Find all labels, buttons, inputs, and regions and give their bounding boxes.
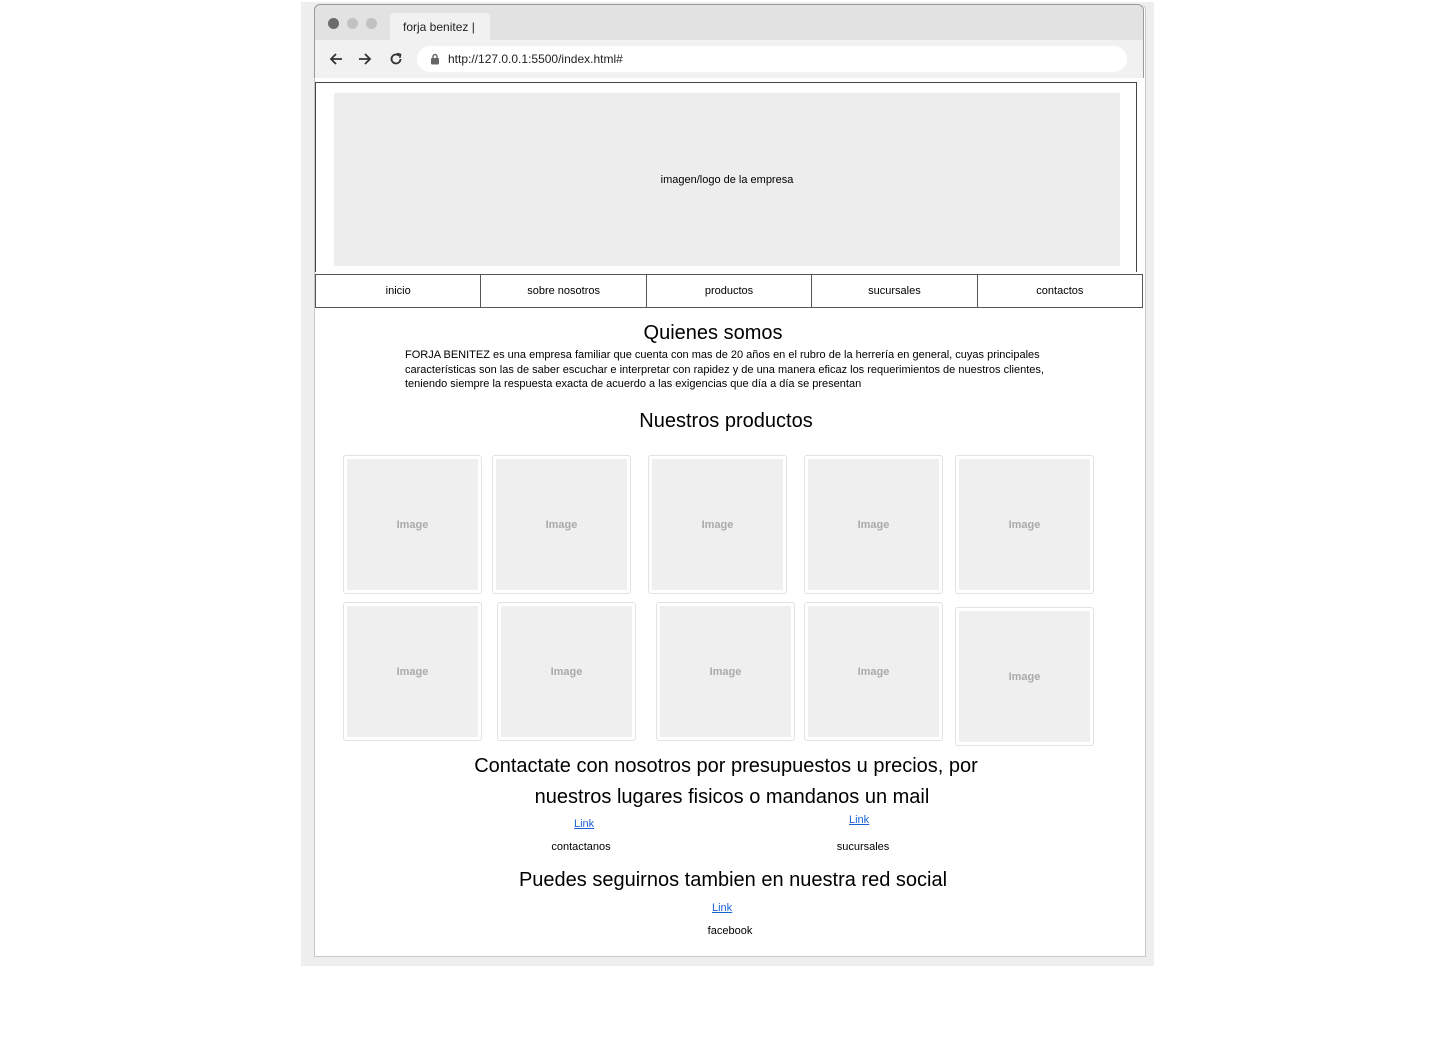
- contactanos-link[interactable]: Link: [574, 818, 594, 830]
- reload-button[interactable]: [385, 48, 407, 70]
- social-title: Puedes seguirnos tambien en nuestra red …: [518, 869, 948, 891]
- product-card[interactable]: Image: [497, 602, 636, 741]
- product-card[interactable]: Image: [343, 455, 482, 594]
- product-image-placeholder: Image: [808, 459, 939, 590]
- lock-icon: [431, 53, 439, 65]
- product-card[interactable]: Image: [648, 455, 787, 594]
- nav-item-productos[interactable]: productos: [645, 274, 813, 308]
- arrow-left-icon: [329, 53, 342, 65]
- contact-title-line1: Contactate con nosotros por presupuestos…: [474, 755, 978, 777]
- window-close-dot[interactable]: [328, 18, 339, 29]
- contactanos-caption: contactanos: [551, 841, 611, 853]
- product-image-placeholder: Image: [652, 459, 783, 590]
- product-card[interactable]: Image: [955, 607, 1094, 746]
- products-title: Nuestros productos: [639, 410, 813, 432]
- product-image-placeholder: Image: [959, 459, 1090, 590]
- browser-tab[interactable]: forja benitez |: [390, 13, 490, 41]
- product-image-placeholder: Image: [496, 459, 627, 590]
- product-card[interactable]: Image: [804, 455, 943, 594]
- product-image-placeholder: Image: [347, 459, 478, 590]
- tab-title: forja benitez |: [403, 20, 475, 34]
- browser-toolbar: http://127.0.0.1:5500/index.html#: [314, 40, 1144, 78]
- sucursales-caption: sucursales: [836, 841, 890, 853]
- product-image-placeholder: Image: [501, 606, 632, 737]
- sucursales-link[interactable]: Link: [849, 814, 869, 826]
- forward-button[interactable]: [354, 48, 376, 70]
- reload-icon: [390, 52, 402, 65]
- about-text: FORJA BENITEZ es una empresa familiar qu…: [405, 349, 1044, 390]
- nav-item-inicio[interactable]: inicio: [315, 274, 482, 308]
- facebook-link[interactable]: Link: [712, 902, 732, 914]
- url-text: http://127.0.0.1:5500/index.html#: [448, 52, 623, 66]
- product-image-placeholder: Image: [808, 606, 939, 737]
- product-image-placeholder: Image: [959, 611, 1090, 742]
- product-image-placeholder: Image: [347, 606, 478, 737]
- product-card[interactable]: Image: [492, 455, 631, 594]
- logo-placeholder-text: imagen/logo de la empresa: [660, 173, 794, 186]
- arrow-right-icon: [359, 53, 372, 65]
- address-bar[interactable]: http://127.0.0.1:5500/index.html#: [417, 46, 1127, 72]
- nav-item-sobre-nosotros[interactable]: sobre nosotros: [480, 274, 647, 308]
- product-card[interactable]: Image: [656, 602, 795, 741]
- nav-item-contactos[interactable]: contactos: [976, 274, 1144, 308]
- company-logo: imagen/logo de la empresa: [334, 93, 1120, 266]
- window-maximize-dot[interactable]: [366, 18, 377, 29]
- contact-title-line2: nuestros lugares fisicos o mandanos un m…: [534, 786, 930, 808]
- product-card[interactable]: Image: [804, 602, 943, 741]
- about-title: Quienes somos: [643, 322, 783, 344]
- product-card[interactable]: Image: [343, 602, 482, 741]
- product-image-placeholder: Image: [660, 606, 791, 737]
- main-nav: inicio sobre nosotros productos sucursal…: [315, 274, 1144, 308]
- back-button[interactable]: [325, 48, 347, 70]
- product-card[interactable]: Image: [955, 455, 1094, 594]
- browser-titlebar: forja benitez |: [314, 4, 1144, 41]
- nav-item-sucursales[interactable]: sucursales: [811, 274, 978, 308]
- facebook-caption: facebook: [707, 925, 753, 937]
- window-minimize-dot[interactable]: [347, 18, 358, 29]
